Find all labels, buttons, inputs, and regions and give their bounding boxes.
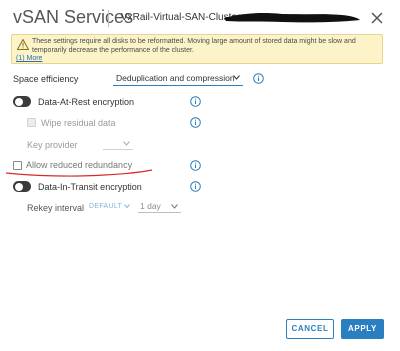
redaction-mark bbox=[224, 13, 360, 23]
warning-icon bbox=[17, 39, 29, 50]
toggle-knob bbox=[14, 182, 23, 191]
more-link[interactable]: (1) More bbox=[16, 55, 42, 63]
rekey-interval-select[interactable]: 1 day bbox=[138, 200, 181, 213]
rekey-interval-value: 1 day bbox=[140, 201, 161, 211]
chevron-down-icon bbox=[171, 204, 178, 209]
rekey-interval-label: Rekey interval bbox=[27, 203, 85, 213]
default-link[interactable]: DEFAULT bbox=[89, 203, 131, 210]
data-in-transit-label: Data-In-Transit encryption bbox=[38, 182, 142, 192]
space-efficiency-value: Deduplication and compression bbox=[116, 73, 235, 83]
chevron-down-icon bbox=[233, 75, 240, 80]
warning-message: These settings require all disks to be r… bbox=[32, 38, 356, 54]
info-icon[interactable] bbox=[190, 117, 201, 128]
close-icon[interactable] bbox=[368, 9, 386, 27]
wipe-residual-checkbox[interactable] bbox=[27, 118, 36, 127]
allow-reduced-redundancy-checkbox[interactable] bbox=[13, 161, 22, 170]
title-divider bbox=[108, 10, 109, 27]
data-at-rest-label: Data-At-Rest encryption bbox=[38, 97, 135, 107]
dialog-title: vSAN Services bbox=[13, 7, 134, 27]
space-efficiency-select[interactable]: Deduplication and compression bbox=[113, 72, 243, 86]
info-icon[interactable] bbox=[253, 73, 264, 84]
data-in-transit-toggle[interactable] bbox=[13, 181, 31, 192]
key-provider-label: Key provider bbox=[27, 140, 78, 150]
key-provider-select[interactable] bbox=[103, 138, 133, 150]
chevron-down-icon bbox=[124, 204, 131, 209]
chevron-down-icon bbox=[123, 141, 130, 146]
info-icon[interactable] bbox=[190, 96, 201, 107]
cancel-button[interactable]: CANCEL bbox=[286, 319, 334, 339]
info-icon[interactable] bbox=[190, 160, 201, 171]
warning-banner: These settings require all disks to be r… bbox=[11, 34, 383, 64]
default-link-label: DEFAULT bbox=[89, 203, 122, 210]
allow-reduced-redundancy-label: Allow reduced redundancy bbox=[26, 160, 133, 170]
wipe-residual-label: Wipe residual data bbox=[41, 118, 116, 128]
data-at-rest-toggle[interactable] bbox=[13, 96, 31, 107]
space-efficiency-label: Space efficiency bbox=[13, 74, 79, 84]
info-icon[interactable] bbox=[190, 181, 201, 192]
toggle-knob bbox=[14, 97, 23, 106]
apply-button[interactable]: APPLY bbox=[341, 319, 384, 339]
